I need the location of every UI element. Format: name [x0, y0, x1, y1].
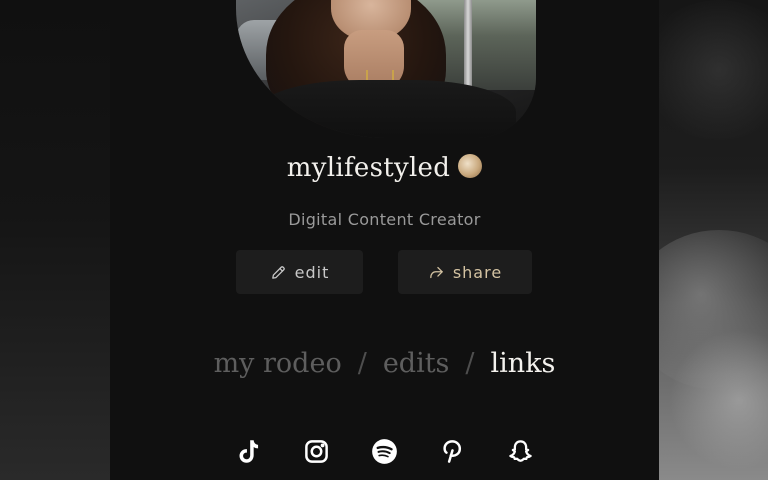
nav-item-links[interactable]: links — [491, 348, 556, 379]
section-nav: my rodeo / edits / links — [110, 348, 659, 379]
nav-separator: / — [465, 348, 475, 379]
right-background-smoke — [659, 0, 768, 480]
nav-item-my-rodeo[interactable]: my rodeo — [214, 348, 342, 379]
tiktok-icon — [239, 439, 259, 463]
share-button-label: share — [452, 262, 503, 282]
edit-button-label: edit — [294, 262, 330, 282]
sun-badge-icon — [458, 154, 483, 178]
edit-button[interactable]: edit — [236, 250, 363, 294]
left-background — [0, 0, 110, 480]
social-links — [110, 436, 659, 466]
profile-panel: mylifestyled Digital Content Creator edi… — [110, 0, 659, 480]
username-heading: mylifestyled — [110, 153, 659, 183]
nav-separator: / — [357, 348, 367, 379]
profile-photo — [236, 0, 536, 138]
profile-photo-image — [236, 0, 536, 138]
instagram-icon — [305, 439, 328, 463]
pinterest-link[interactable] — [438, 436, 468, 466]
share-button[interactable]: share — [398, 250, 532, 294]
snapchat-icon — [509, 439, 532, 462]
instagram-link[interactable] — [302, 436, 332, 466]
share-arrow-icon — [430, 266, 443, 278]
profile-subtitle: Digital Content Creator — [288, 210, 481, 229]
nav-item-edits[interactable]: edits — [383, 348, 450, 379]
spotify-icon — [372, 438, 397, 464]
pencil-icon — [271, 265, 285, 279]
spotify-link[interactable] — [370, 436, 400, 466]
photo-jacket — [256, 80, 516, 138]
smoke-shape — [659, 0, 768, 140]
snapchat-link[interactable] — [506, 436, 536, 466]
tiktok-link[interactable] — [234, 436, 264, 466]
pinterest-icon — [443, 439, 462, 463]
username-text: mylifestyled — [286, 153, 451, 183]
